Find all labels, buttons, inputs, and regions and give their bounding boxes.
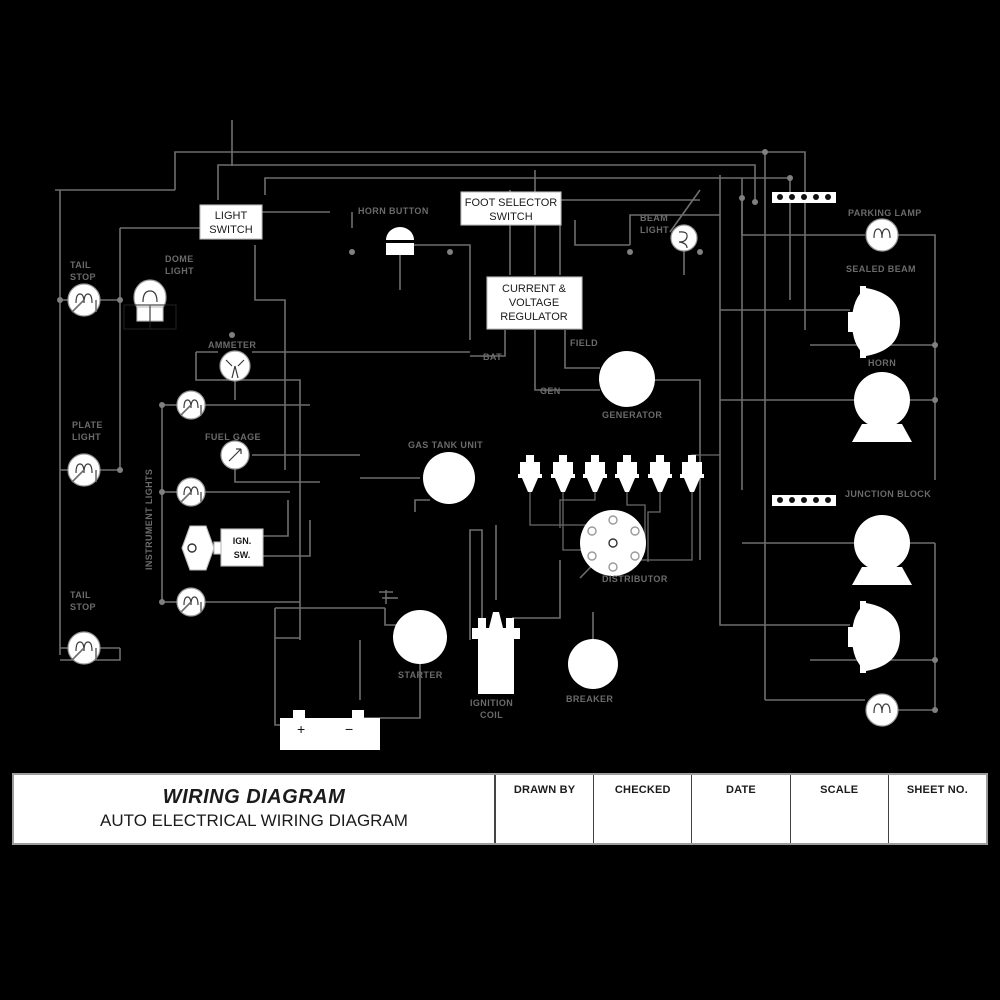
title-block-col-checked[interactable]: CHECKED	[594, 775, 693, 843]
gauge-fuel[interactable]	[220, 440, 250, 470]
light-switch-label-1: LIGHT	[215, 210, 248, 222]
lamp-instrument-1[interactable]	[176, 390, 206, 420]
label-ignition-coil-line1: IGNITION	[470, 698, 513, 708]
ign-sw-label-1: IGN.	[233, 536, 252, 546]
title-block-header-drawn-by: DRAWN BY	[513, 784, 576, 796]
spark-plug[interactable]	[615, 455, 639, 492]
spark-plug[interactable]	[583, 455, 607, 492]
spark-plug-group	[518, 455, 704, 492]
title-block-col-sheet-no[interactable]: SHEET NO.	[889, 775, 986, 843]
dome-light[interactable]	[123, 279, 177, 330]
label-fuel-gage: FUEL GAGE	[205, 432, 261, 442]
label-plate-light-line1: PLATE	[72, 420, 103, 430]
sealed-beam-bottom[interactable]	[848, 601, 900, 673]
ign-sw-box[interactable]: IGN. SW.	[220, 528, 264, 567]
lamp-bottom-right[interactable]	[865, 693, 899, 727]
drawing-title: WIRING DIAGRAM	[162, 786, 346, 809]
title-block-header-checked: CHECKED	[614, 784, 671, 796]
gas-tank-unit[interactable]	[423, 452, 475, 504]
label-ammeter: AMMETER	[208, 340, 256, 350]
beam-light-indicator[interactable]	[670, 224, 698, 252]
label-gas-tank-unit: GAS TANK UNIT	[408, 440, 483, 450]
breaker[interactable]	[568, 639, 618, 689]
starter[interactable]	[393, 610, 447, 664]
spark-plug[interactable]	[518, 455, 542, 492]
title-block-col-drawn-by[interactable]: DRAWN BY	[496, 775, 595, 843]
lamp-plate-light[interactable]	[67, 453, 101, 487]
title-block: WIRING DIAGRAM AUTO ELECTRICAL WIRING DI…	[12, 773, 988, 845]
label-tail-stop-top-line2: STOP	[70, 272, 96, 282]
light-switch-label-2: SWITCH	[209, 224, 252, 236]
title-block-header-sheet-no: SHEET NO.	[906, 784, 968, 796]
label-sealed-beam-top: SEALED BEAM	[846, 264, 916, 274]
label-junction-block: JUNCTION BLOCK	[845, 489, 931, 499]
label-generator: GENERATOR	[602, 410, 662, 420]
regulator-box[interactable]: CURRENT & VOLTAGE REGULATOR	[486, 276, 583, 330]
drawing-subtitle: AUTO ELECTRICAL WIRING DIAGRAM	[100, 811, 408, 831]
regulator-label-2: VOLTAGE	[509, 297, 559, 309]
label-instrument-lights: INSTRUMENT LIGHTS	[144, 469, 154, 570]
horn-top[interactable]	[852, 372, 912, 442]
ign-sw-label-2: SW.	[234, 550, 251, 560]
ignition-coil[interactable]	[472, 612, 520, 694]
gauge-ammeter[interactable]	[219, 350, 251, 382]
distributor[interactable]	[580, 510, 646, 576]
battery-positive-label: +	[297, 721, 305, 737]
sealed-beam-top[interactable]	[848, 286, 900, 358]
ground-symbol	[379, 590, 393, 604]
regulator-label-3: REGULATOR	[500, 311, 567, 323]
label-tail-stop-top-line1: TAIL	[70, 260, 91, 270]
label-tail-stop-bottom-line2: STOP	[70, 602, 96, 612]
label-plate-light-line2: LIGHT	[72, 432, 101, 442]
label-starter: STARTER	[398, 670, 443, 680]
title-block-header-scale: SCALE	[820, 784, 859, 796]
foot-selector-label-2: SWITCH	[489, 211, 532, 223]
lamp-instrument-2[interactable]	[176, 477, 206, 507]
lamp-parking[interactable]	[865, 218, 899, 252]
label-distributor: DISTRIBUTOR	[602, 574, 668, 584]
label-parking-lamp: PARKING LAMP	[848, 208, 922, 218]
title-block-col-date[interactable]: DATE	[692, 775, 791, 843]
label-beam-light-line2: LIGHT	[640, 225, 669, 235]
label-horn-button: HORN BUTTON	[358, 206, 429, 216]
lamp-tail-stop-top[interactable]	[67, 283, 101, 317]
label-bat: BAT	[483, 352, 502, 362]
label-breaker: BREAKER	[566, 694, 613, 704]
light-switch-box[interactable]: LIGHT SWITCH	[199, 204, 263, 240]
label-dome-light-line1: DOME	[165, 254, 194, 264]
terminal-strip-junction-block[interactable]	[772, 495, 836, 506]
regulator-label-1: CURRENT &	[502, 283, 567, 295]
wiring-diagram-canvas: TAIL STOP DOME LIGHT PLATE LIGHT TAIL ST…	[0, 0, 1000, 1000]
generator[interactable]	[599, 351, 655, 407]
component-layer: TAIL STOP DOME LIGHT PLATE LIGHT TAIL ST…	[67, 191, 931, 750]
spark-plug[interactable]	[551, 455, 575, 492]
title-block-col-scale[interactable]: SCALE	[791, 775, 889, 843]
foot-selector-label-1: FOOT SELECTOR	[465, 197, 558, 209]
ignition-switch-body[interactable]	[181, 525, 225, 571]
battery[interactable]: + −	[280, 710, 380, 750]
foot-selector-switch-box[interactable]: FOOT SELECTOR SWITCH	[460, 191, 562, 226]
label-tail-stop-bottom-line1: TAIL	[70, 590, 91, 600]
horn-bottom[interactable]	[852, 515, 912, 585]
lamp-instrument-3[interactable]	[176, 587, 206, 617]
label-ignition-coil-line2: COIL	[480, 710, 503, 720]
spark-plug[interactable]	[680, 455, 704, 492]
battery-negative-label: −	[345, 721, 353, 737]
lamp-tail-stop-bottom[interactable]	[67, 631, 101, 665]
spark-plug[interactable]	[648, 455, 672, 492]
label-beam-light-line1: BEAM	[640, 213, 668, 223]
label-horn-top: HORN	[868, 358, 896, 368]
label-field: FIELD	[570, 338, 598, 348]
title-block-header-date: DATE	[726, 784, 756, 796]
label-dome-light-line2: LIGHT	[165, 266, 194, 276]
title-block-main: WIRING DIAGRAM AUTO ELECTRICAL WIRING DI…	[14, 775, 496, 843]
horn-button[interactable]	[386, 227, 414, 255]
label-gen: GEN	[540, 386, 561, 396]
terminal-strip-top[interactable]	[772, 192, 836, 203]
